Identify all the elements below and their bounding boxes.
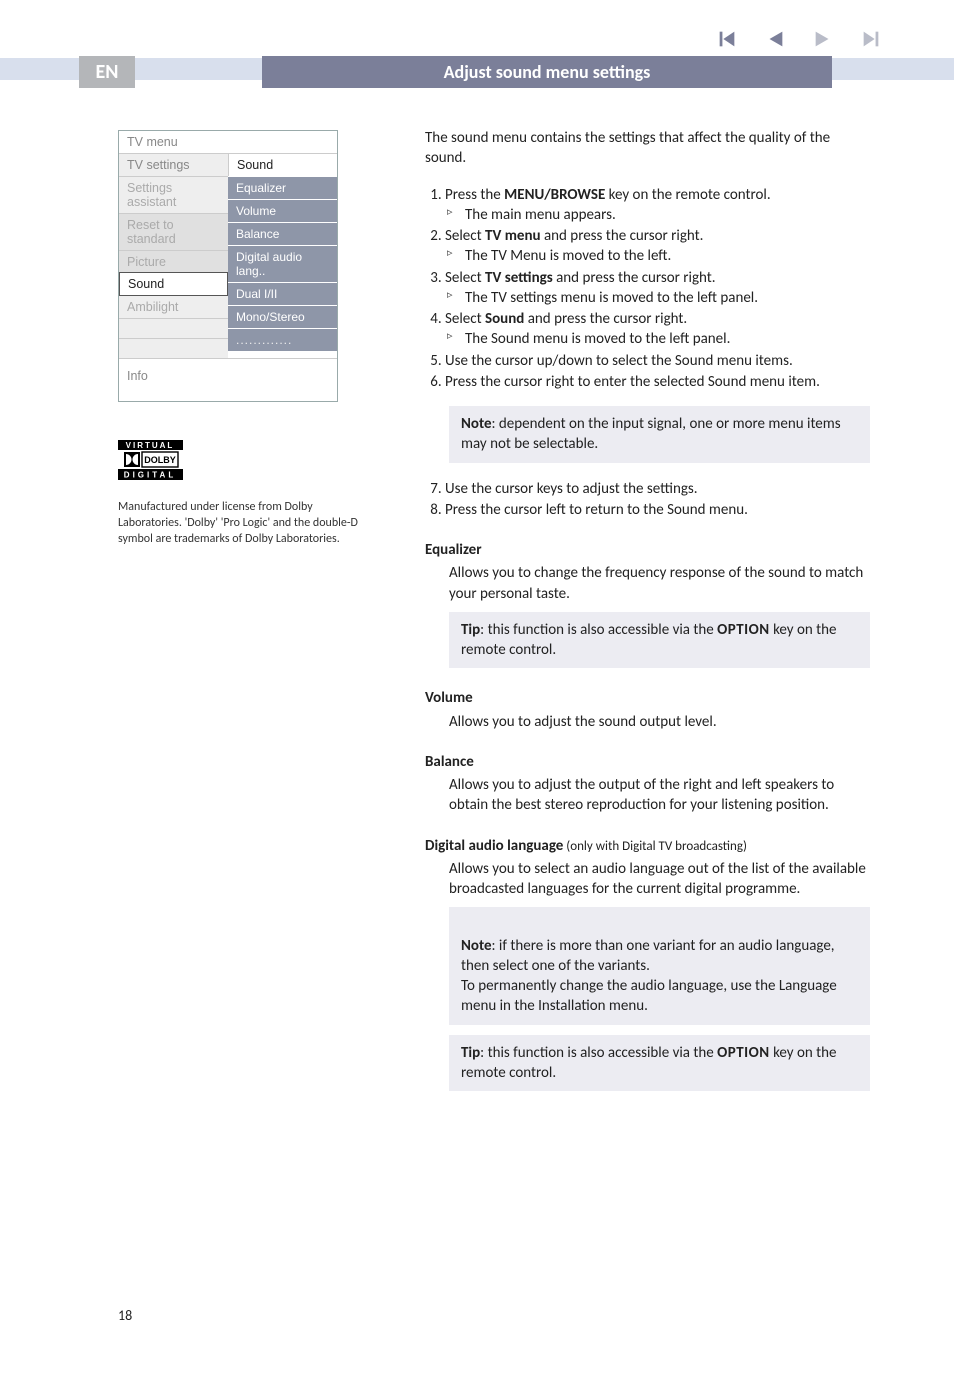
step-3: Select TV settings and press the cursor …	[445, 268, 870, 309]
menu-right-mono: Mono/Stereo	[228, 305, 337, 328]
step-7: Use the cursor keys to adjust the settin…	[445, 479, 870, 499]
menu-right-dal: Digital audio lang..	[228, 245, 337, 282]
step-3-sub: The TV settings menu is moved to the lef…	[445, 288, 870, 308]
dolby-caption: Manufactured under license from Dolby La…	[118, 499, 373, 548]
dal-tip-bold: Tip	[461, 1044, 480, 1062]
play-left-icon[interactable]	[764, 28, 786, 50]
step-1-sub: The main menu appears.	[445, 205, 870, 225]
note1-text: : dependent on the input signal, one or …	[461, 415, 841, 453]
svg-text:DIGITAL: DIGITAL	[124, 471, 176, 480]
dal-head: Digital audio language (only with Digita…	[425, 836, 870, 856]
step-1: Press the MENU/BROWSE key on the remote …	[445, 185, 870, 226]
equalizer-body: Allows you to change the frequency respo…	[425, 563, 870, 604]
volume-body: Allows you to adjust the sound output le…	[425, 712, 870, 732]
step-6: Press the cursor right to enter the sele…	[445, 372, 870, 392]
step-8: Press the cursor left to return to the S…	[445, 500, 870, 520]
step-4-tail: and press the cursor right.	[524, 310, 687, 328]
skip-back-icon[interactable]	[716, 28, 738, 50]
dal-head-text: Digital audio language	[425, 837, 563, 855]
dal-note-bold: Note	[461, 937, 492, 955]
lang-tag: EN	[79, 56, 135, 88]
menu-left-empty2	[119, 338, 228, 358]
menu-left-empty1	[119, 318, 228, 338]
svg-text:VIRTUAL: VIRTUAL	[126, 441, 175, 450]
step-2-sub: The TV Menu is moved to the left.	[445, 246, 870, 266]
step-2-bold: TV menu	[485, 227, 541, 245]
step-2-tail: and press the cursor right.	[541, 227, 704, 245]
menu-right-more: .............	[228, 328, 337, 351]
step-4: Select Sound and press the cursor right.…	[445, 309, 870, 350]
step-3-tail: and press the cursor right.	[553, 269, 716, 287]
dolby-block: VIRTUAL DOLBY DIGITAL Manufactured under…	[118, 440, 388, 548]
menu-left-picture: Picture	[119, 250, 228, 273]
eq-tip-opt: OPTION	[717, 621, 770, 639]
note1-bold: Note	[461, 415, 492, 433]
page-number: 18	[118, 1307, 132, 1324]
menu-right-balance: Balance	[228, 222, 337, 245]
step-list-2: Use the cursor keys to adjust the settin…	[425, 479, 870, 521]
step-1-tail: key on the remote control.	[605, 186, 770, 204]
dolby-logo-icon: VIRTUAL DOLBY DIGITAL	[118, 440, 183, 480]
menu-right-equalizer: Equalizer	[228, 176, 337, 199]
menu-right-dual: Dual I/II	[228, 282, 337, 305]
menu-title: TV menu	[119, 131, 337, 153]
step-1-pre: Press the	[445, 186, 504, 204]
eq-tip1: : this function is also accessible via t…	[480, 621, 717, 639]
dal-qual: (only with Digital TV broadcasting)	[563, 839, 747, 854]
dal-tip: Tip: this function is also accessible vi…	[449, 1035, 870, 1092]
balance-head: Balance	[425, 752, 870, 772]
svg-text:DOLBY: DOLBY	[144, 455, 176, 465]
note-box-1: Note: dependent on the input signal, one…	[449, 406, 870, 463]
volume-head: Volume	[425, 688, 870, 708]
menu-left-reset: Reset to standard	[119, 213, 228, 250]
dal-note: Note: if there is more than one variant …	[449, 907, 870, 1024]
step-3-pre: Select	[445, 269, 485, 287]
step-4-pre: Select	[445, 310, 485, 328]
step-list: Press the MENU/BROWSE key on the remote …	[425, 185, 870, 393]
dal-tip1: : this function is also accessible via t…	[480, 1044, 717, 1062]
play-right-icon[interactable]	[812, 28, 834, 50]
step-3-bold: TV settings	[485, 269, 553, 287]
step-5: Use the cursor up/down to select the Sou…	[445, 351, 870, 371]
tv-menu-panel: TV menu TV settings Settings assistant R…	[118, 130, 338, 402]
equalizer-head: Equalizer	[425, 540, 870, 560]
nav-icon-bar	[716, 28, 882, 50]
step-4-bold: Sound	[485, 310, 524, 328]
balance-body: Allows you to adjust the output of the r…	[425, 775, 870, 816]
dal-body: Allows you to select an audio language o…	[425, 859, 870, 900]
menu-left-sound: Sound	[119, 272, 228, 296]
menu-left-ambilight: Ambilight	[119, 295, 228, 318]
step-2-pre: Select	[445, 227, 485, 245]
eq-tip-bold: Tip	[461, 621, 480, 639]
step-4-sub: The Sound menu is moved to the left pane…	[445, 329, 870, 349]
page-title: Adjust sound menu settings	[262, 56, 832, 88]
menu-right-volume: Volume	[228, 199, 337, 222]
menu-left-tvsettings: TV settings	[119, 153, 228, 176]
step-1-bold: MENU/BROWSE	[504, 186, 605, 204]
dal-tip-opt: OPTION	[717, 1044, 770, 1062]
menu-info: Info	[119, 358, 337, 401]
equalizer-tip: Tip: this function is also accessible vi…	[449, 612, 870, 669]
menu-right-head: Sound	[228, 153, 337, 176]
step-2: Select TV menu and press the cursor righ…	[445, 226, 870, 267]
skip-forward-icon[interactable]	[860, 28, 882, 50]
dal-note-text: : if there is more than one variant for …	[461, 937, 837, 1016]
menu-left-settings-assistant: Settings assistant	[119, 176, 228, 213]
intro-text: The sound menu contains the settings tha…	[425, 128, 870, 169]
